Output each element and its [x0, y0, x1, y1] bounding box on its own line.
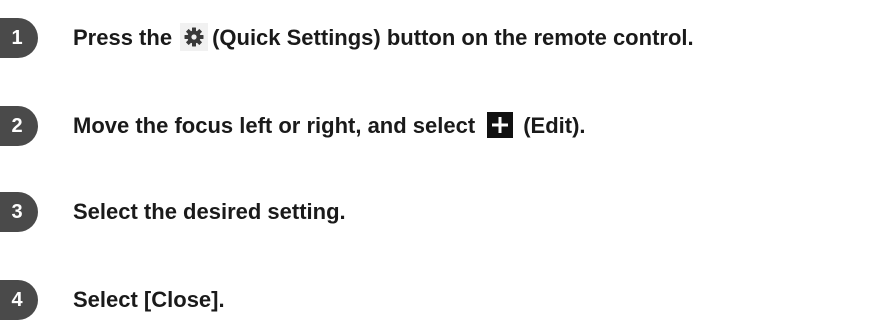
- step-number-badge: 1: [0, 18, 38, 58]
- step-number-badge: 3: [0, 192, 38, 232]
- step-1-text-before: Press the: [73, 25, 173, 50]
- edit-plus-icon: [487, 112, 514, 139]
- step-1-text-after: (Quick Settings) button on the remote co…: [212, 25, 694, 50]
- step-3: 3 Select the desired setting.: [0, 192, 879, 232]
- step-number-badge: 4: [0, 280, 38, 320]
- step-4-text: Select [Close].: [73, 287, 225, 312]
- step-2-text: Move the focus left or right, and select…: [73, 106, 586, 146]
- step-1: 1 Press the (Quick Settings) button on th…: [0, 18, 879, 58]
- step-number-badge: 2: [0, 106, 38, 146]
- gear-icon: [180, 23, 209, 52]
- step-2: 2 Move the focus left or right, and sele…: [0, 106, 879, 146]
- step-4: 4 Select [Close].: [0, 280, 879, 320]
- step-1-text: Press the (Quick Settings) button on the …: [73, 18, 694, 58]
- procedure-steps: 1 Press the (Quick Settings) button on th…: [0, 0, 879, 330]
- step-2-text-before: Move the focus left or right, and select: [73, 113, 476, 138]
- step-2-text-after: (Edit).: [523, 113, 586, 138]
- step-3-text: Select the desired setting.: [73, 199, 346, 224]
